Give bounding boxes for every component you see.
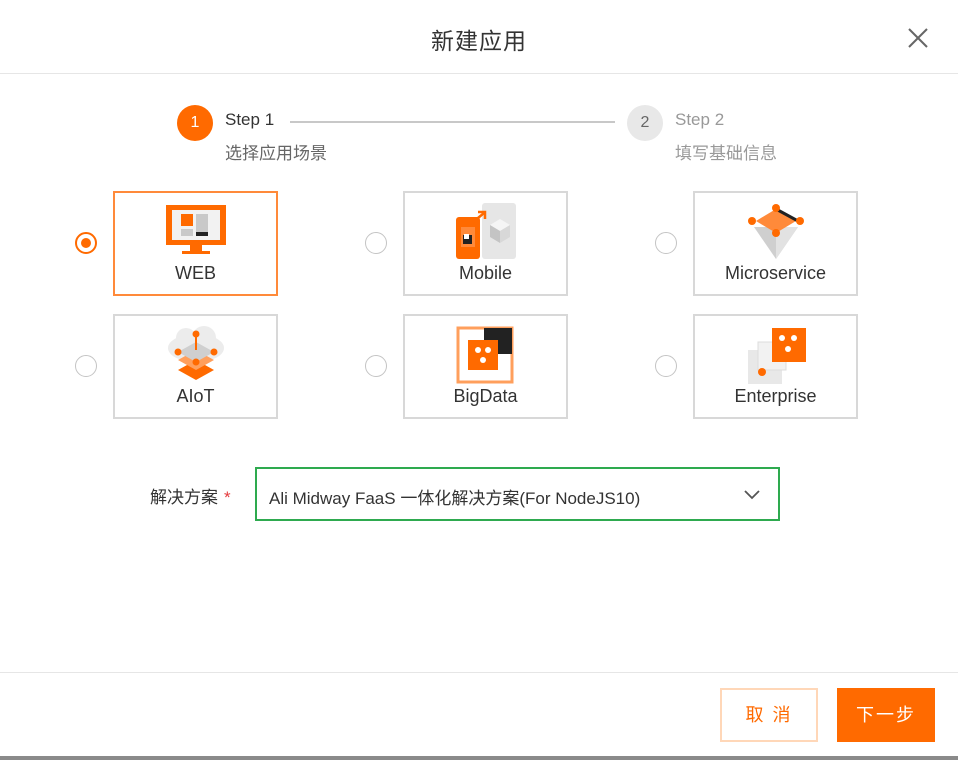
step-connector [290, 121, 615, 123]
bigdata-icon [454, 326, 518, 384]
scenario-label-microservice: Microservice [724, 263, 826, 283]
scenario-card-aiot[interactable]: AIoT [113, 314, 278, 419]
step-1-description: 选择应用场景 [225, 144, 327, 163]
bottom-edge [0, 756, 958, 760]
scenario-card-web[interactable]: WEB [113, 191, 278, 296]
radio-web[interactable] [75, 232, 97, 254]
microservice-icon [744, 203, 808, 261]
scenario-label-aiot: AIoT [176, 386, 215, 406]
radio-bigdata[interactable] [365, 355, 387, 377]
close-icon[interactable] [904, 24, 932, 52]
solution-select[interactable]: Ali Midway FaaS 一体化解决方案(For NodeJS10) [255, 467, 780, 521]
scenario-card-mobile[interactable]: Mobile [403, 191, 568, 296]
scenario-label-mobile: Mobile [458, 263, 513, 283]
solution-select-value: Ali Midway FaaS 一体化解决方案(For NodeJS10) [269, 489, 641, 508]
scenario-card-microservice[interactable]: Microservice [693, 191, 858, 296]
solution-label: 解决方案 * [150, 483, 231, 508]
mobile-icon [454, 203, 518, 261]
radio-aiot[interactable] [75, 355, 97, 377]
scenario-label-web: WEB [174, 263, 216, 283]
step-1-number: 1 [177, 105, 213, 141]
enterprise-icon [744, 326, 808, 384]
radio-enterprise[interactable] [655, 355, 677, 377]
next-step-button[interactable]: 下一步 [837, 688, 935, 742]
solution-label-text: 解决方案 [150, 488, 218, 507]
step-2-description: 填写基础信息 [675, 144, 777, 163]
step-1-title: Step 1 [225, 110, 275, 129]
step-2-title: Step 2 [675, 110, 725, 129]
step-2-number: 2 [627, 105, 663, 141]
new-app-dialog: 新建应用 1 Step 1 选择应用场景 2 Step 2 填写基础信息 WEB… [0, 0, 958, 760]
radio-microservice[interactable] [655, 232, 677, 254]
scenario-label-enterprise: Enterprise [734, 386, 817, 406]
chevron-down-icon [743, 487, 761, 501]
scenario-card-enterprise[interactable]: Enterprise [693, 314, 858, 419]
cancel-button[interactable]: 取 消 [720, 688, 818, 742]
dialog-header: 新建应用 [0, 0, 958, 74]
scenario-card-bigdata[interactable]: BigData [403, 314, 568, 419]
aiot-icon [164, 326, 228, 384]
radio-mobile[interactable] [365, 232, 387, 254]
dialog-title: 新建应用 [431, 28, 527, 54]
web-monitor-icon [164, 203, 228, 261]
required-mark: * [224, 488, 231, 507]
scenario-label-bigdata: BigData [453, 386, 518, 406]
